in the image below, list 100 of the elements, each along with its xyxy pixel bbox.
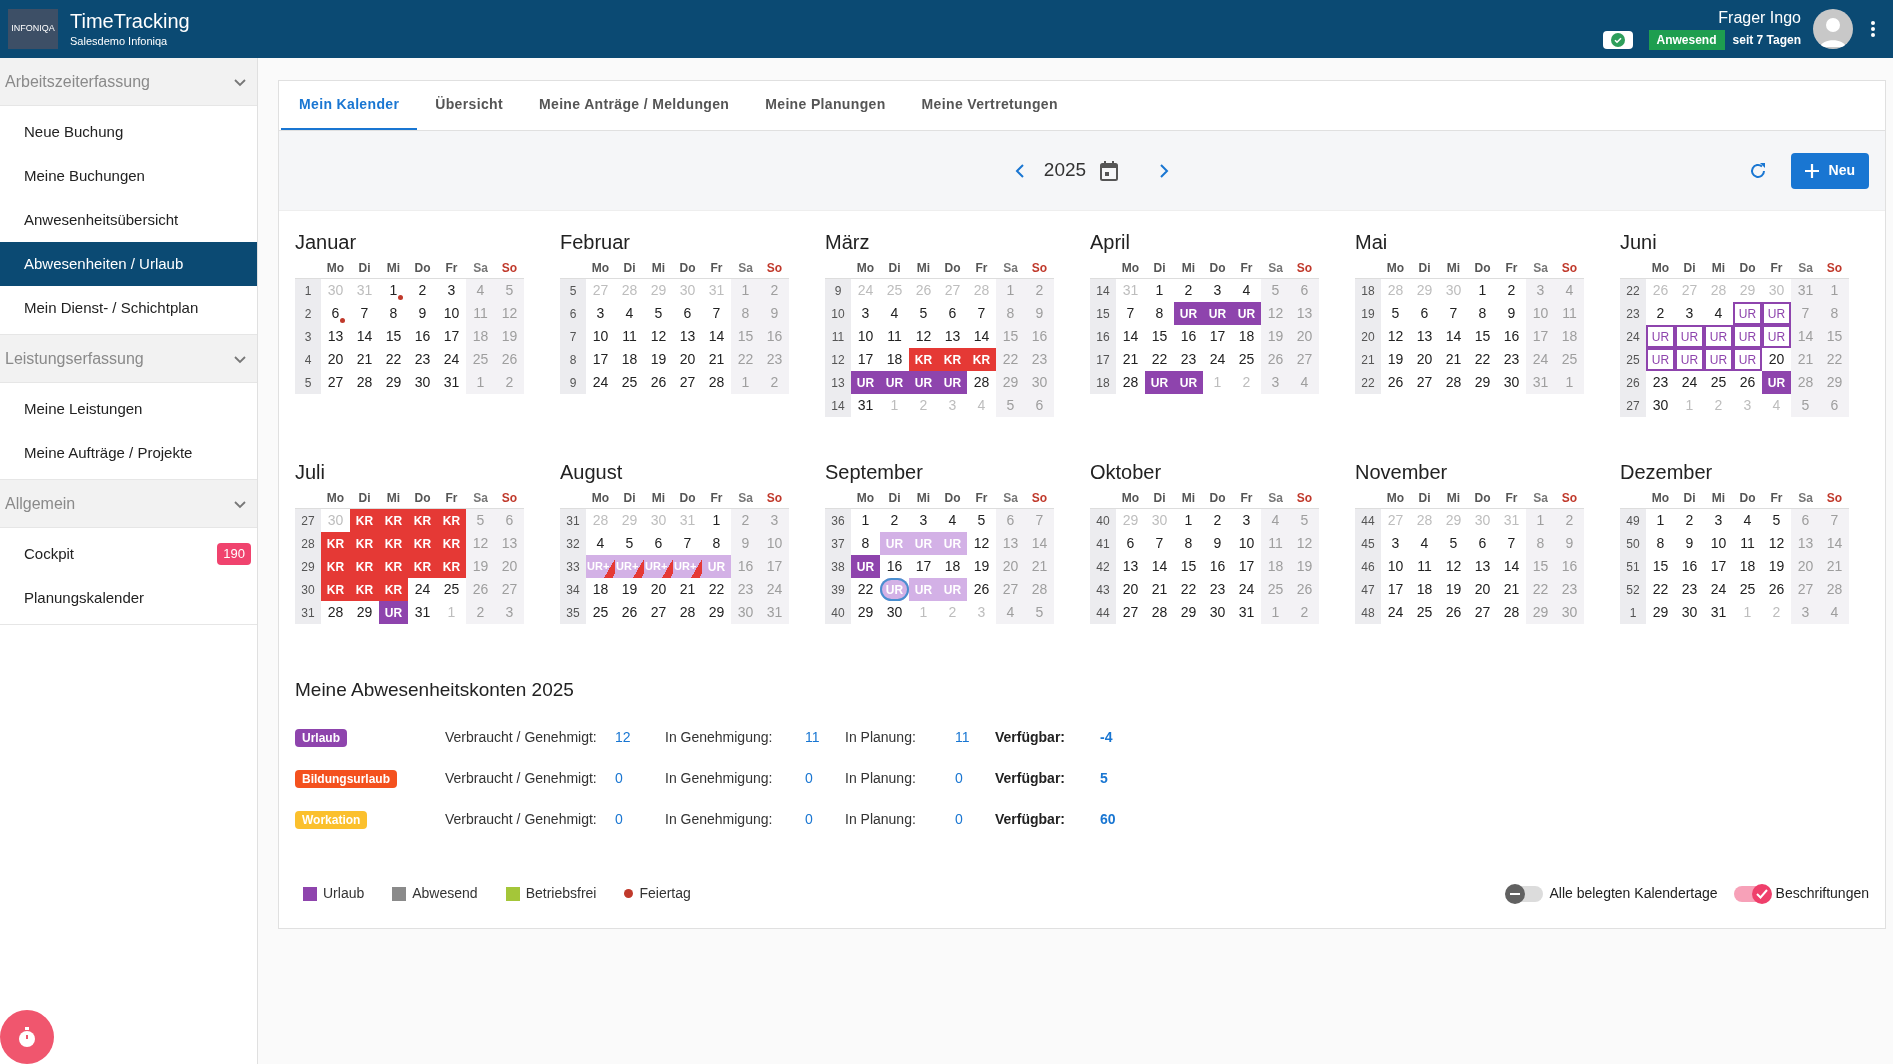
day-number[interactable]: 31 (1710, 602, 1727, 623)
section-header[interactable]: Leistungserfassung (0, 335, 257, 383)
day-number[interactable]: 17 (1209, 326, 1226, 347)
day-number[interactable]: 9 (1213, 533, 1222, 554)
day-number[interactable]: 17 (592, 349, 609, 370)
day-number[interactable]: 4 (890, 303, 899, 324)
day-number[interactable]: 28 (1122, 372, 1139, 393)
absence-entry[interactable]: KR (938, 348, 967, 371)
day-number[interactable]: 25 (1710, 372, 1727, 393)
day-number[interactable]: 29 (857, 602, 874, 623)
absence-entry[interactable]: UR (1733, 325, 1762, 348)
day-number[interactable]: 22 (857, 579, 874, 600)
absence-entry[interactable]: KR (437, 509, 466, 532)
absence-entry[interactable]: KR (379, 555, 408, 578)
day-number[interactable]: 31 (443, 372, 460, 393)
day-number[interactable]: 4 (948, 510, 957, 531)
absence-entry[interactable]: KR (437, 555, 466, 578)
day-number[interactable]: 3 (1714, 510, 1723, 531)
day-number[interactable]: 21 (679, 579, 696, 600)
day-number[interactable]: 19 (1768, 556, 1785, 577)
day-number[interactable]: 13 (679, 326, 696, 347)
day-number[interactable]: 26 (1387, 372, 1404, 393)
absence-entry[interactable]: KR (321, 532, 350, 555)
day-number[interactable]: 17 (1710, 556, 1727, 577)
day-number[interactable]: 6 (683, 303, 692, 324)
absence-entry[interactable]: UR (1733, 302, 1762, 325)
day-number[interactable]: 16 (1209, 556, 1226, 577)
day-number[interactable]: 31 (857, 395, 874, 416)
day-number[interactable]: 1 (712, 510, 721, 531)
absence-entry[interactable]: UR (1646, 325, 1675, 348)
day-number[interactable]: 30 (1503, 372, 1520, 393)
day-number[interactable]: 17 (1387, 579, 1404, 600)
day-number[interactable]: 20 (1768, 349, 1785, 370)
day-number[interactable]: 25 (592, 602, 609, 623)
day-number[interactable]: 28 (1503, 602, 1520, 623)
day-number[interactable]: 29 (356, 602, 373, 623)
day-number[interactable]: 5 (625, 533, 634, 554)
day-number[interactable]: 1 (861, 510, 870, 531)
day-number[interactable]: 10 (1387, 556, 1404, 577)
absence-entry[interactable]: UR (1733, 348, 1762, 371)
calendar-icon[interactable] (1098, 159, 1121, 182)
day-number[interactable]: 28 (356, 372, 373, 393)
day-number[interactable]: 19 (621, 579, 638, 600)
day-number[interactable]: 13 (944, 326, 961, 347)
day-number[interactable]: 28 (1445, 372, 1462, 393)
day-number[interactable]: 18 (886, 349, 903, 370)
day-number[interactable]: 17 (443, 326, 460, 347)
absence-entry[interactable]: KR (967, 348, 996, 371)
day-number[interactable]: 26 (621, 602, 638, 623)
day-number[interactable]: 18 (621, 349, 638, 370)
absence-entry[interactable]: KR (408, 532, 437, 555)
day-number[interactable]: 19 (1387, 349, 1404, 370)
day-number[interactable]: 13 (1474, 556, 1491, 577)
tab[interactable]: Übersicht (417, 81, 521, 130)
day-number[interactable]: 29 (1652, 602, 1669, 623)
day-number[interactable]: 23 (1503, 349, 1520, 370)
absence-entry[interactable]: UR (1675, 325, 1704, 348)
day-number[interactable]: 26 (650, 372, 667, 393)
absence-entry[interactable]: UR (1232, 302, 1261, 325)
day-number[interactable]: 3 (596, 303, 605, 324)
day-number[interactable]: 24 (592, 372, 609, 393)
absence-entry[interactable]: KR (321, 555, 350, 578)
day-number[interactable]: 27 (679, 372, 696, 393)
day-number[interactable]: 21 (1122, 349, 1139, 370)
day-number[interactable]: 3 (1213, 280, 1222, 301)
day-number[interactable]: 1 (1155, 280, 1164, 301)
day-number[interactable]: 20 (1416, 349, 1433, 370)
day-number[interactable]: 23 (414, 349, 431, 370)
absence-entry[interactable]: UR (1203, 302, 1232, 325)
day-number[interactable]: 4 (625, 303, 634, 324)
absence-entry[interactable]: UR (909, 371, 938, 394)
absence-entry[interactable]: UR (880, 371, 909, 394)
day-number[interactable]: 13 (327, 326, 344, 347)
day-number[interactable]: 6 (1478, 533, 1487, 554)
day-number[interactable]: 16 (886, 556, 903, 577)
day-number[interactable]: 18 (1416, 579, 1433, 600)
day-number[interactable]: 24 (1238, 579, 1255, 600)
day-number[interactable]: 2 (1685, 510, 1694, 531)
absence-entry[interactable]: KR (350, 578, 379, 601)
absence-entry[interactable]: KR (408, 555, 437, 578)
day-number[interactable]: 7 (1449, 303, 1458, 324)
day-number[interactable]: 20 (679, 349, 696, 370)
day-number[interactable]: 16 (1503, 326, 1520, 347)
day-number[interactable]: 19 (650, 349, 667, 370)
absence-entry[interactable]: UR (1646, 348, 1675, 371)
day-number[interactable]: 9 (418, 303, 427, 324)
day-number[interactable]: 18 (1739, 556, 1756, 577)
day-number[interactable]: 24 (1387, 602, 1404, 623)
absence-entry[interactable]: UR (938, 371, 967, 394)
day-number[interactable]: 14 (1122, 326, 1139, 347)
absence-entry[interactable]: KR (379, 532, 408, 555)
day-number[interactable]: 31 (1238, 602, 1255, 623)
day-number[interactable]: 23 (1652, 372, 1669, 393)
day-number[interactable]: 2 (1184, 280, 1193, 301)
day-number[interactable]: 11 (1740, 533, 1755, 554)
day-number[interactable]: 24 (443, 349, 460, 370)
day-number[interactable]: 17 (915, 556, 932, 577)
absence-entry[interactable]: UR (1762, 371, 1791, 394)
day-number[interactable]: 27 (650, 602, 667, 623)
day-number[interactable]: 3 (447, 280, 456, 301)
